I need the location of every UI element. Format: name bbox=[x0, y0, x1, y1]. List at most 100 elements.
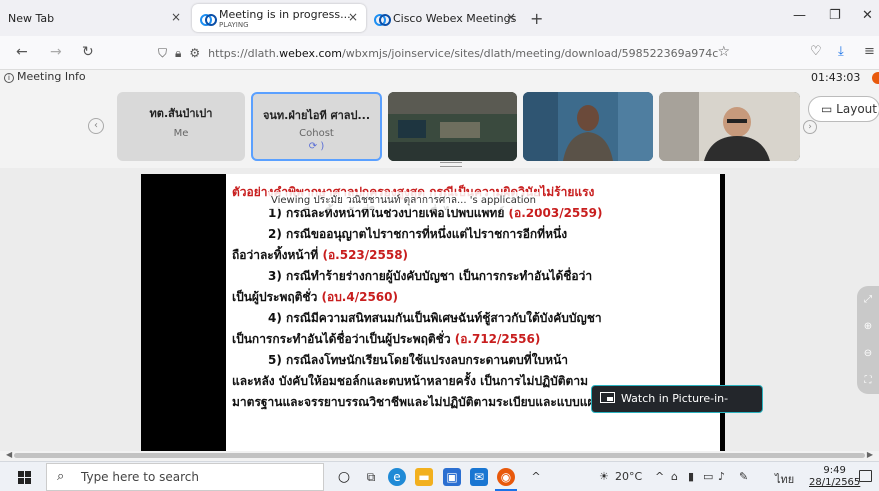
task-view-icon[interactable]: ⧉ bbox=[362, 468, 380, 486]
mail-icon[interactable]: ✉ bbox=[470, 468, 488, 486]
pip-icon bbox=[600, 392, 615, 403]
forward-button[interactable]: → bbox=[50, 44, 62, 60]
participant-tile-me[interactable]: ทต.สันป่าเปา Me bbox=[117, 92, 245, 161]
info-icon: i bbox=[4, 73, 14, 83]
scrollbar-thumb[interactable] bbox=[14, 453, 865, 458]
scroll-right-icon[interactable]: › bbox=[803, 120, 817, 134]
firefox-icon[interactable]: ◉ bbox=[497, 468, 515, 486]
download-icon[interactable]: ⤓ bbox=[838, 44, 844, 59]
url-prefix: https://dlath. bbox=[208, 46, 280, 60]
bookmark-star-icon[interactable]: ☆ bbox=[717, 44, 730, 60]
slide-text: และหลัง บังคับให้อมชอล์กและตบหน้าหลายครั… bbox=[232, 374, 588, 388]
volume-icon[interactable]: ♪ bbox=[718, 470, 725, 483]
slide-line: 5) กรณีลงโทษนักเรียนโดยใช้แปรงลบกระดานตบ… bbox=[232, 350, 712, 371]
slide-line: เป็นการกระทำอันได้ชื่อว่าเป็นผู้ประพฤติช… bbox=[232, 329, 712, 350]
clock[interactable]: 9:49 28/1/2565 bbox=[809, 465, 860, 489]
tab-label-group: Meeting is in progress... PLAYING bbox=[219, 8, 351, 29]
video-tile[interactable] bbox=[388, 92, 517, 161]
tab-label: New Tab bbox=[8, 11, 55, 25]
speaking-icon: ⟳ ) bbox=[308, 141, 325, 152]
edge-icon[interactable]: e bbox=[388, 468, 406, 486]
tab-meeting[interactable]: Meeting is in progress... PLAYING × bbox=[192, 4, 366, 32]
cortana-icon[interactable]: ○ bbox=[335, 468, 353, 486]
scroll-left-icon[interactable]: ‹ bbox=[88, 118, 104, 134]
weather-temp[interactable]: 20°C bbox=[615, 470, 642, 483]
scroll-left-arrow[interactable]: ◀ bbox=[6, 450, 12, 459]
meeting-info[interactable]: i Meeting Info bbox=[4, 70, 86, 83]
reload-button[interactable]: ↻ bbox=[82, 44, 94, 60]
zoom-out-icon[interactable]: ⊖ bbox=[857, 340, 879, 367]
device-icon[interactable]: ▮ bbox=[688, 470, 694, 483]
address-bar[interactable]: ⛉ 🔒︎ ⚙︎ https://dlath.webex.com/wbxmjs/j… bbox=[158, 41, 738, 65]
new-tab-button[interactable]: + bbox=[530, 9, 543, 28]
horizontal-scrollbar[interactable]: ◀ ▶ bbox=[0, 450, 879, 461]
notifications-icon[interactable] bbox=[859, 470, 872, 482]
participant-name: จนท.ฝ่ายไอที ศาลป... bbox=[262, 109, 371, 122]
picture-in-picture-button[interactable]: Watch in Picture-in-Picture bbox=[591, 385, 763, 431]
layout-button[interactable]: ▭ Layout bbox=[808, 96, 879, 122]
room-camera-video bbox=[388, 92, 517, 161]
store-icon[interactable]: ▣ bbox=[443, 468, 461, 486]
slide-line: 4) กรณีมีความสนิทสนมกันเป็นพิเศษฉันท์ชู้… bbox=[232, 308, 712, 329]
tab-new-tab[interactable]: New Tab × bbox=[0, 4, 189, 32]
video-tile[interactable] bbox=[659, 92, 800, 161]
window-close-button[interactable]: ✕ bbox=[862, 8, 873, 23]
close-icon[interactable]: × bbox=[171, 10, 181, 24]
slide-text: มาตรฐานและจรรยาบรรณวิชาชีพและไม่ปฏิบัติต… bbox=[232, 395, 603, 409]
fit-icon[interactable]: ⛶ bbox=[857, 367, 879, 394]
clock-time: 9:49 bbox=[823, 465, 846, 476]
windows-start-icon[interactable] bbox=[18, 471, 31, 484]
url-path: /wbxmjs/joinservice/sites/dlath/meeting/… bbox=[342, 46, 719, 60]
permissions-icon[interactable]: ⚙︎ bbox=[189, 46, 200, 60]
back-button[interactable]: ← bbox=[16, 44, 28, 60]
participant-tile-cohost[interactable]: จนท.ฝ่ายไอที ศาลป... Cohost ⟳ ) bbox=[251, 92, 382, 161]
search-placeholder: Type here to search bbox=[81, 470, 199, 484]
taskbar: ⌕ Type here to search ○ ⧉ e ▬ ▣ ✉ ◉ ^ ☀ … bbox=[0, 461, 879, 491]
battery-icon[interactable]: ▭ bbox=[703, 470, 713, 483]
restore-button[interactable]: ❐ bbox=[829, 8, 841, 23]
minimize-button[interactable]: — bbox=[793, 8, 806, 23]
expand-icon[interactable]: ⤢ bbox=[857, 286, 879, 313]
weather-icon[interactable]: ☀ bbox=[599, 470, 609, 483]
meeting-info-label: Meeting Info bbox=[17, 70, 86, 83]
video-tile[interactable] bbox=[523, 92, 653, 161]
clock-date: 28/1/2565 bbox=[809, 477, 861, 488]
zoom-in-icon[interactable]: ⊕ bbox=[857, 313, 879, 340]
tab-strip: New Tab × Meeting is in progress... PLAY… bbox=[0, 0, 879, 36]
url-text[interactable]: https://dlath.webex.com/wbxmjs/joinservi… bbox=[208, 47, 718, 60]
tab-playing-label: PLAYING bbox=[219, 20, 249, 29]
tab-label: Cisco Webex Meetings bbox=[392, 11, 516, 25]
slide-ref: (อ.523/2558) bbox=[322, 248, 409, 262]
slide-line: ถือว่าละทิ้งหน้าที่ (อ.523/2558) bbox=[232, 245, 712, 266]
participant-name: ทต.สันป่าเปา bbox=[149, 107, 213, 120]
slide-text: 2) กรณีขออนุญาตไปราชการที่หนึ่งแต่ไปราชก… bbox=[268, 227, 568, 241]
file-explorer-icon[interactable]: ▬ bbox=[415, 468, 433, 486]
viewing-banner: Viewing ประมัย วณิชชานนท์ ตุลาการศาล... … bbox=[268, 192, 539, 209]
webex-icon bbox=[374, 13, 391, 26]
slide-line: 2) กรณีขออนุญาตไปราชการที่หนึ่งแต่ไปราชก… bbox=[232, 224, 712, 245]
slide-text: 5) กรณีลงโทษนักเรียนโดยใช้แปรงลบกระดานตบ… bbox=[268, 353, 569, 367]
chevron-up-icon[interactable]: ^ bbox=[527, 468, 545, 486]
lock-icon[interactable]: 🔒︎ bbox=[175, 46, 181, 61]
participant-role: Cohost bbox=[299, 128, 334, 139]
scroll-right-arrow[interactable]: ▶ bbox=[867, 450, 873, 459]
participant-camera-video bbox=[659, 92, 800, 161]
resize-handle[interactable] bbox=[440, 162, 462, 167]
tab-cisco-webex[interactable]: Cisco Webex Meetings × bbox=[366, 4, 524, 32]
zoom-controls: ⤢ ⊕ ⊖ ⛶ bbox=[857, 286, 879, 394]
slide-line: เป็นผู้ประพฤติชั่ว (อบ.4/2560) bbox=[232, 287, 712, 308]
menu-icon[interactable]: ≡ bbox=[864, 44, 875, 59]
close-icon[interactable]: × bbox=[506, 10, 516, 24]
layout-icon: ▭ bbox=[821, 102, 833, 116]
slide-ref: (อบ.4/2560) bbox=[321, 290, 398, 304]
language-indicator[interactable]: ไทย bbox=[775, 470, 794, 488]
close-icon[interactable]: × bbox=[348, 10, 358, 24]
pocket-icon[interactable]: ♡ bbox=[810, 44, 822, 59]
navigation-bar: ← → ↻ ⛉ 🔒︎ ⚙︎ https://dlath.webex.com/wb… bbox=[0, 36, 879, 70]
tray-chevron-icon[interactable]: ^ bbox=[655, 470, 664, 483]
meeting-timer: 01:43:03 bbox=[811, 71, 861, 84]
taskbar-search[interactable]: ⌕ Type here to search bbox=[46, 463, 324, 491]
network-icon[interactable]: ⌂ bbox=[671, 470, 678, 483]
pen-icon[interactable]: ✎ bbox=[739, 470, 748, 483]
shield-icon[interactable]: ⛉ bbox=[158, 46, 167, 61]
